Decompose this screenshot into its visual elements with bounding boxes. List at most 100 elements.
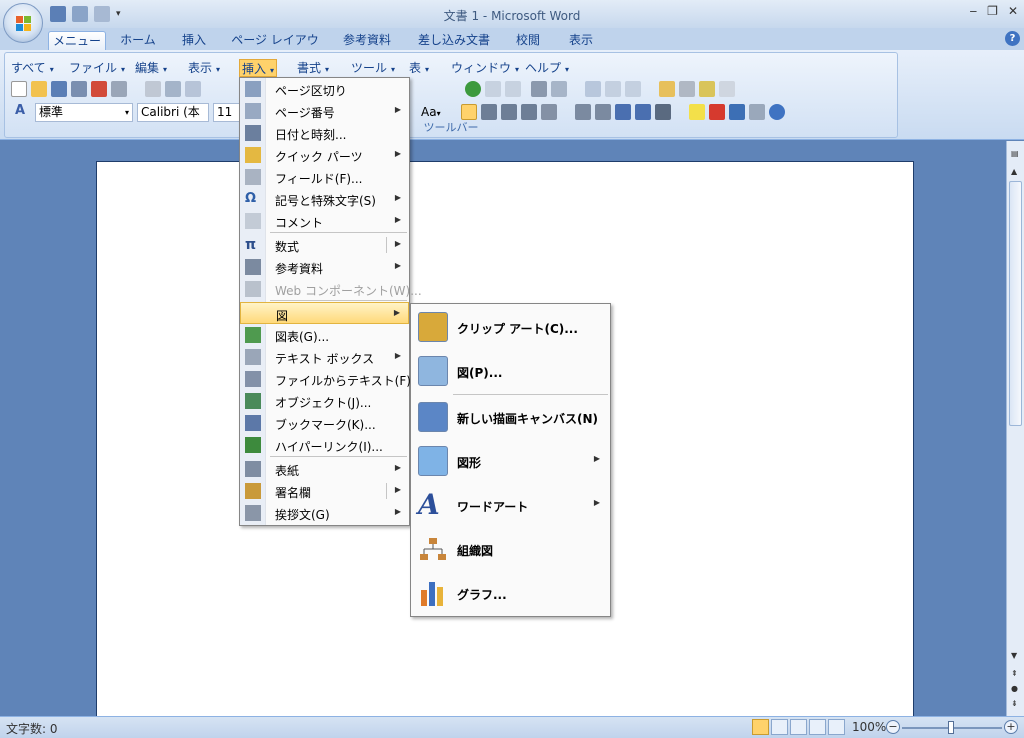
text-highlight-icon[interactable] — [689, 104, 705, 120]
zoom-icon[interactable] — [605, 81, 621, 97]
align-right-icon[interactable] — [501, 104, 517, 120]
minimize-button[interactable]: ‒ — [970, 4, 978, 18]
zoom-slider-thumb[interactable] — [948, 721, 954, 734]
spelling-icon[interactable] — [165, 81, 181, 97]
web-layout-view-icon[interactable] — [790, 719, 807, 735]
picture-menu-item[interactable]: グラフ... — [411, 571, 610, 615]
menu-format[interactable]: 書式 ▾ — [297, 59, 329, 77]
hyperlink-icon[interactable] — [465, 81, 481, 97]
full-screen-reading-view-icon[interactable] — [771, 719, 788, 735]
menu-help[interactable]: ヘルプ ▾ — [525, 59, 569, 77]
close-button[interactable]: ✕ — [1008, 4, 1018, 18]
scroll-up-icon[interactable]: ▲ — [1011, 167, 1017, 176]
insert-menu-item[interactable]: 図 ▶ — [240, 302, 409, 324]
outline-view-icon[interactable] — [809, 719, 826, 735]
insert-menu-item[interactable]: 挨拶文(G) ▶ — [240, 502, 409, 524]
insert-menu-item[interactable]: クイック パーツ ▶ — [240, 144, 409, 166]
menu-file[interactable]: ファイル ▾ — [69, 59, 125, 77]
menu-insert[interactable]: 挿入 ▾ — [239, 59, 278, 77]
picture-menu-item[interactable]: クリップ アート(C)... — [411, 305, 610, 349]
scroll-down-icon[interactable]: ▼ — [1011, 651, 1017, 660]
save-icon[interactable] — [51, 81, 67, 97]
fullscreen-icon[interactable] — [625, 81, 641, 97]
ruler-toggle-icon[interactable]: ▤ — [1011, 149, 1019, 158]
sort-icon[interactable] — [655, 104, 671, 120]
insert-menu-item[interactable]: オブジェクト(J)... — [240, 390, 409, 412]
word-count[interactable]: 文字数: 0 — [6, 720, 58, 737]
insert-menu-item[interactable]: ファイルからテキスト(F)... — [240, 368, 422, 390]
picture-menu-item[interactable]: 図形 ▶ — [411, 439, 610, 483]
insert-menu-item[interactable]: ブックマーク(K)... — [240, 412, 409, 434]
menu-window[interactable]: ウィンドウ ▾ — [451, 59, 519, 77]
text-effects-icon[interactable] — [729, 104, 745, 120]
print-layout-view-icon[interactable] — [752, 719, 769, 735]
office-button[interactable] — [3, 3, 43, 43]
menu-table[interactable]: 表 ▾ — [409, 59, 429, 77]
font-color-icon[interactable] — [709, 104, 725, 120]
document-map-icon[interactable] — [585, 81, 601, 97]
numbering-icon[interactable] — [575, 104, 591, 120]
insert-menu-item[interactable]: フィールド(F)... — [240, 166, 409, 188]
tab-home[interactable]: ホーム — [114, 31, 162, 50]
tab-mailings[interactable]: 差し込み文書 — [412, 31, 496, 50]
tab-references[interactable]: 参考資料 — [334, 31, 400, 50]
highlight-pen-icon[interactable] — [699, 81, 715, 97]
draft-view-icon[interactable] — [828, 719, 845, 735]
increase-indent-icon[interactable] — [635, 104, 651, 120]
pdf-icon[interactable] — [91, 81, 107, 97]
insert-menu-item[interactable]: 日付と時刻... — [240, 122, 409, 144]
phonetic-icon[interactable] — [749, 104, 765, 120]
align-left-icon[interactable] — [461, 104, 477, 120]
line-spacing-icon[interactable] — [541, 104, 557, 120]
open-icon[interactable] — [31, 81, 47, 97]
insert-menu-item[interactable]: 表紙 ▶ — [240, 458, 409, 480]
zoom-out-icon[interactable]: − — [886, 720, 900, 734]
picture-menu-item[interactable]: 組織図 — [411, 527, 610, 571]
next-page-icon[interactable]: ⇟ — [1011, 699, 1018, 708]
insert-menu-item[interactable]: ハイパーリンク(I)... — [240, 434, 409, 456]
insert-menu-item[interactable]: Ω 記号と特殊文字(S) ▶ — [240, 188, 409, 210]
tab-review[interactable]: 校閲 — [508, 31, 548, 50]
tab-insert[interactable]: 挿入 — [172, 31, 216, 50]
maximize-button[interactable]: ❐ — [987, 4, 998, 18]
insert-menu-item[interactable]: ページ区切り — [240, 78, 409, 100]
zoom-in-icon[interactable]: + — [1004, 720, 1018, 734]
tab-page-layout[interactable]: ページ レイアウト — [230, 31, 320, 66]
permission-icon[interactable] — [71, 81, 87, 97]
vertical-scrollbar[interactable]: ▤ ▲ ▼ ⇞ ● ⇟ — [1006, 141, 1024, 716]
drawing-icon[interactable] — [551, 81, 567, 97]
picture-menu-item[interactable]: 図(P)... — [411, 349, 610, 393]
decrease-indent-icon[interactable] — [615, 104, 631, 120]
insert-table-icon[interactable] — [505, 81, 521, 97]
insert-menu-item[interactable]: 参考資料 ▶ — [240, 256, 409, 278]
print-icon[interactable] — [111, 81, 127, 97]
table-icon[interactable] — [485, 81, 501, 97]
menu-view[interactable]: 表示 ▾ — [188, 59, 220, 77]
browse-object-icon[interactable]: ● — [1011, 684, 1018, 693]
envelope-icon[interactable] — [679, 81, 695, 97]
research-icon[interactable] — [185, 81, 201, 97]
align-center-icon[interactable] — [481, 104, 497, 120]
insert-menu-item[interactable]: π 数式 ▶ — [240, 234, 409, 256]
menu-all[interactable]: すべて ▾ — [11, 59, 54, 77]
help-icon[interactable]: ? — [1005, 31, 1020, 46]
tab-view[interactable]: 表示 — [560, 31, 602, 50]
new-doc-icon[interactable] — [11, 81, 27, 97]
justify-icon[interactable] — [521, 104, 537, 120]
insert-menu-item[interactable]: Web コンポーネント(W)... — [240, 278, 422, 300]
insert-menu-item[interactable]: ページ番号 ▶ — [240, 100, 409, 122]
folder-icon[interactable] — [659, 81, 675, 97]
prev-page-icon[interactable]: ⇞ — [1011, 669, 1018, 678]
columns-icon[interactable] — [531, 81, 547, 97]
zoom-level[interactable]: 100% — [852, 720, 886, 734]
help-small-icon[interactable] — [769, 104, 785, 120]
styles-icon[interactable]: A — [15, 103, 31, 119]
insert-menu-item[interactable]: 図表(G)... — [240, 324, 409, 346]
insert-menu-item[interactable]: コメント ▶ — [240, 210, 409, 232]
insert-menu-item[interactable]: 署名欄 ▶ — [240, 480, 409, 502]
tab-menu[interactable]: メニュー — [48, 31, 106, 50]
picture-menu-item[interactable]: 新しい描画キャンバス(N) — [411, 395, 610, 439]
menu-edit[interactable]: 編集 ▾ — [135, 59, 167, 77]
print-preview-icon[interactable] — [145, 81, 161, 97]
options-icon[interactable] — [719, 81, 735, 97]
